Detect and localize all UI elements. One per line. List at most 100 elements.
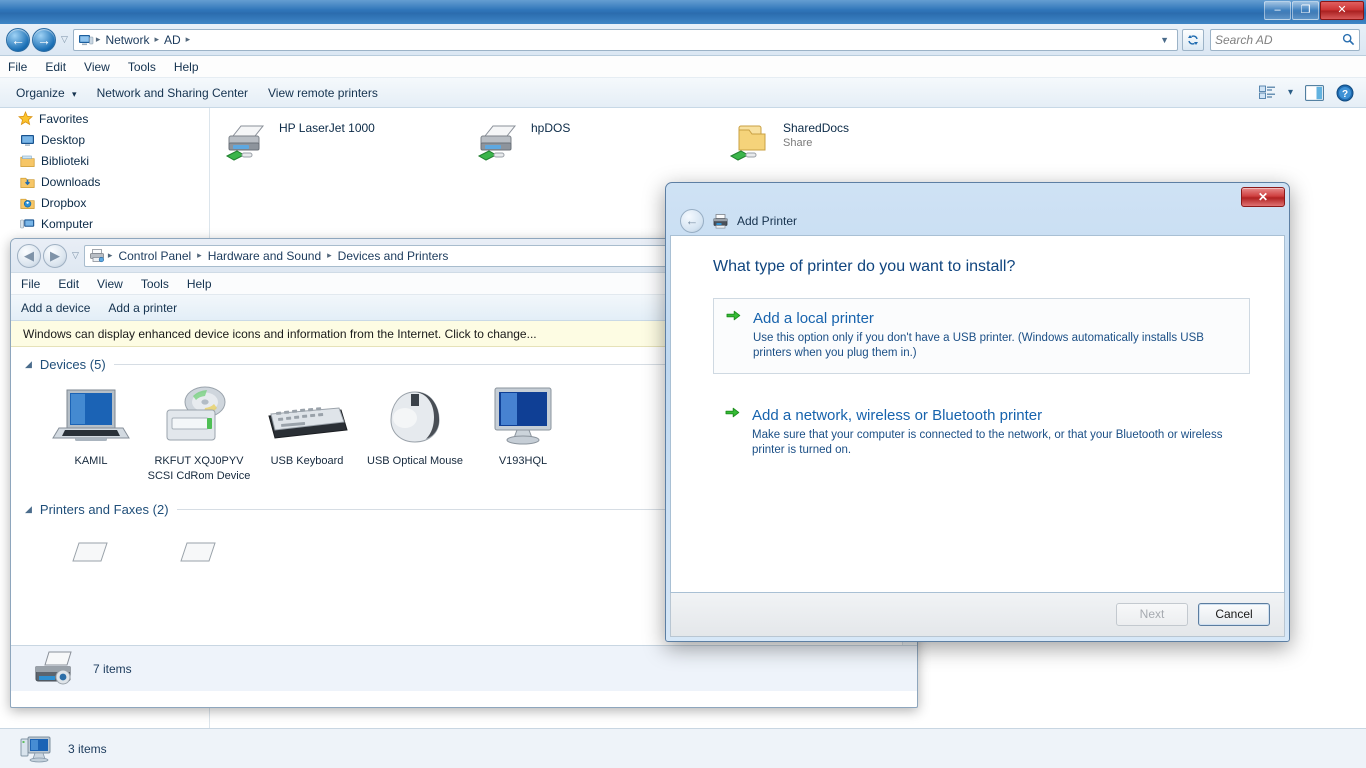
computer-icon (78, 33, 94, 47)
menu-tools[interactable]: Tools (128, 60, 156, 74)
close-button[interactable]: ✕ (1320, 1, 1364, 20)
svg-text:?: ? (1342, 89, 1348, 100)
crumb-separator-icon[interactable]: ▸ (186, 34, 191, 45)
star-icon (18, 111, 33, 126)
menu-file[interactable]: File (21, 277, 40, 291)
device-item-usb-keyboard[interactable]: USB Keyboard (253, 384, 361, 484)
option-add-local-printer[interactable]: Add a local printer Use this option only… (713, 298, 1250, 374)
recent-pages-caret-icon[interactable]: ▽ (61, 34, 68, 45)
menu-file[interactable]: File (8, 60, 27, 74)
cancel-button[interactable]: Cancel (1198, 603, 1270, 626)
menu-edit[interactable]: Edit (58, 277, 79, 291)
list-item-subtitle: Share (783, 136, 849, 150)
forward-button[interactable]: → (32, 28, 56, 52)
back-button[interactable]: ◀ (17, 244, 41, 268)
device-item-kamil[interactable]: KAMIL (37, 384, 145, 484)
back-button[interactable]: ← (6, 28, 30, 52)
printer-item-partial[interactable] (145, 535, 253, 565)
sidebar-item-biblioteki[interactable]: Biblioteki (0, 150, 209, 171)
address-dropdown-icon[interactable]: ▼ (1154, 35, 1175, 45)
change-view-button[interactable] (1253, 85, 1282, 100)
printer-icon (89, 248, 105, 263)
sidebar-label: Desktop (41, 133, 85, 147)
add-printer-dialog[interactable]: ✕ ← Add Printer What type of printer do … (665, 182, 1290, 642)
crumb-separator-icon: ▸ (197, 250, 202, 261)
search-box[interactable]: Search AD (1210, 29, 1360, 51)
view-dropdown-caret-icon[interactable]: ▾ (1282, 87, 1299, 98)
minimize-button[interactable]: – (1264, 1, 1291, 20)
forward-button[interactable]: ▶ (43, 244, 67, 268)
sidebar-label: Dropbox (41, 196, 86, 210)
address-bar[interactable]: ▸ Network ▸ AD ▸ ▼ (73, 29, 1178, 51)
menu-tools[interactable]: Tools (141, 277, 169, 291)
item-count-label: 3 items (68, 742, 107, 756)
add-a-device-button[interactable]: Add a device (21, 301, 90, 315)
menu-view[interactable]: View (97, 277, 123, 291)
crumb-separator-icon: ▸ (154, 34, 159, 45)
menu-help[interactable]: Help (174, 60, 199, 74)
sidebar-item-desktop[interactable]: Desktop (0, 129, 209, 150)
menu-help[interactable]: Help (187, 277, 212, 291)
device-caption: USB Optical Mouse (361, 454, 469, 469)
sidebar-item-dropbox[interactable]: Dropbox (0, 192, 209, 213)
device-caption: V193HQL (469, 454, 577, 469)
group-title: Devices (5) (40, 357, 106, 372)
next-button[interactable]: Next (1116, 603, 1188, 626)
view-remote-printers-button[interactable]: View remote printers (258, 83, 388, 103)
list-item[interactable]: hpDOS (471, 116, 723, 170)
preview-pane-button[interactable] (1299, 85, 1330, 101)
printer-item-partial[interactable] (37, 535, 145, 565)
search-input[interactable]: Search AD (1215, 33, 1342, 47)
refresh-button[interactable] (1182, 29, 1204, 51)
devices-status-bar: 7 items (11, 645, 917, 691)
organize-button[interactable]: Organize ▾ (6, 83, 87, 103)
device-item-cdrom[interactable]: RKFUT XQJ0PYV SCSI CdRom Device (145, 384, 253, 484)
network-and-sharing-center-button[interactable]: Network and Sharing Center (87, 83, 258, 103)
recent-pages-caret-icon[interactable]: ▽ (72, 250, 79, 261)
desktop-icon (20, 133, 35, 147)
sidebar-item-favorites[interactable]: Favorites (0, 108, 209, 129)
collapse-triangle-icon[interactable]: ◢ (25, 504, 32, 515)
back-button[interactable]: ← (680, 209, 704, 233)
explorer-status-bar: 3 items (0, 728, 1366, 768)
organize-label: Organize (16, 86, 65, 100)
menu-edit[interactable]: Edit (45, 60, 66, 74)
sidebar-item-komputer[interactable]: Komputer (0, 213, 209, 234)
device-item-monitor[interactable]: V193HQL (469, 384, 577, 484)
device-caption: RKFUT XQJ0PYV SCSI CdRom Device (145, 454, 253, 484)
item-count-label: 7 items (93, 662, 132, 676)
explorer-menubar: File Edit View Tools Help (0, 56, 1366, 78)
close-icon[interactable]: ✕ (1241, 187, 1285, 207)
crumb-separator-icon: ▸ (327, 250, 332, 261)
green-arrow-icon (725, 406, 740, 458)
dialog-titlebar: ✕ ← Add Printer (668, 185, 1287, 237)
list-item-name: HP LaserJet 1000 (279, 120, 375, 136)
add-a-printer-button[interactable]: Add a printer (108, 301, 177, 315)
breadcrumb-network[interactable]: Network (102, 32, 152, 48)
list-item-text: HP LaserJet 1000 (279, 120, 375, 136)
breadcrumb-control-panel[interactable]: Control Panel (115, 248, 194, 264)
collapse-triangle-icon[interactable]: ◢ (25, 359, 32, 370)
window-controls: – ❐ ✕ (1264, 1, 1364, 20)
breadcrumb-ad[interactable]: AD (161, 32, 184, 48)
group-title: Printers and Faxes (2) (40, 502, 169, 517)
option-add-network-printer[interactable]: Add a network, wireless or Bluetooth pri… (713, 396, 1250, 470)
menu-view[interactable]: View (84, 60, 110, 74)
list-item[interactable]: SharedDocs Share (723, 116, 975, 170)
option-text: Add a local printer Use this option only… (753, 309, 1235, 361)
help-button[interactable]: ? (1330, 84, 1360, 102)
maximize-button[interactable]: ❐ (1292, 1, 1319, 20)
explorer-navigation-bar: ← → ▽ ▸ Network ▸ AD ▸ ▼ (0, 24, 1366, 56)
breadcrumb-devices-and-printers[interactable]: Devices and Printers (335, 248, 452, 264)
network-items-grid: HP LaserJet 1000 (211, 108, 1366, 170)
sidebar-label: Favorites (39, 112, 88, 126)
option-title: Add a local printer (753, 309, 1235, 328)
sidebar-item-downloads[interactable]: Downloads (0, 171, 209, 192)
list-item-text: SharedDocs Share (783, 120, 849, 150)
dropbox-icon (20, 196, 35, 210)
explorer-titlebar: – ❐ ✕ (0, 0, 1366, 24)
breadcrumb-hardware-and-sound[interactable]: Hardware and Sound (205, 248, 324, 264)
list-item[interactable]: HP LaserJet 1000 (219, 116, 471, 170)
crumb-separator-icon: ▸ (96, 34, 101, 45)
device-item-usb-mouse[interactable]: USB Optical Mouse (361, 384, 469, 484)
